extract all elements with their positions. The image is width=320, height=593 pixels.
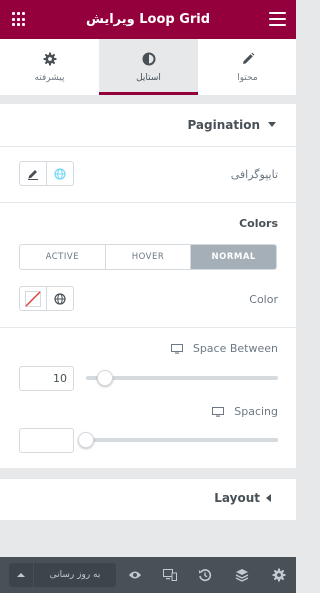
state-tabs: ACTIVE HOVER NORMAL — [19, 244, 277, 270]
typography-label: تایپوگرافی — [230, 168, 278, 181]
tab-advanced-label: پیشرفته — [34, 73, 65, 83]
pagination-title: Pagination — [187, 118, 260, 132]
pencil-icon — [198, 52, 297, 68]
desktop-icon[interactable] — [170, 343, 183, 354]
menu-icon[interactable] — [269, 12, 286, 26]
eye-icon[interactable] — [127, 567, 143, 583]
spacing-label: Spacing — [234, 405, 278, 418]
update-button[interactable]: به روز رسانی — [34, 563, 116, 587]
layout-section[interactable]: Layout — [0, 479, 296, 520]
spacing-label-row: Spacing — [212, 405, 278, 418]
tab-content[interactable]: محتوا — [198, 39, 297, 95]
contrast-icon — [99, 52, 198, 68]
layout-header: Layout — [0, 479, 296, 520]
pagination-header[interactable]: Pagination — [0, 104, 296, 146]
pencil-icon — [28, 169, 38, 180]
color-picker-swatch[interactable] — [20, 287, 47, 310]
widgets-grid-icon[interactable] — [12, 12, 27, 27]
space-between-input[interactable]: 10 — [19, 366, 74, 391]
editor-footer: به روز رسانی — [0, 557, 296, 593]
navigator-layers-icon[interactable] — [234, 567, 250, 583]
divider — [0, 327, 296, 328]
gear-icon — [0, 52, 99, 68]
color-controls — [19, 286, 74, 311]
layout-title: Layout — [214, 491, 260, 505]
edit-typography-button[interactable] — [20, 162, 47, 185]
caret-down-icon — [268, 122, 276, 127]
tab-content-label: محتوا — [237, 73, 258, 83]
caret-up-icon — [17, 573, 25, 577]
tab-advanced[interactable]: پیشرفته — [0, 39, 99, 95]
globe-icon — [54, 292, 66, 305]
typography-controls — [19, 161, 74, 186]
divider — [0, 146, 296, 147]
save-options-button[interactable] — [9, 563, 33, 587]
settings-gear-icon[interactable] — [271, 567, 287, 583]
empty-color-icon — [25, 290, 41, 307]
global-typography-button[interactable] — [47, 162, 73, 185]
spacing-input[interactable] — [19, 428, 74, 453]
desktop-icon[interactable] — [212, 406, 225, 417]
space-between-label: Space Between — [192, 342, 278, 355]
state-tab-normal[interactable]: NORMAL — [190, 245, 276, 269]
spacing-slider-track[interactable] — [86, 438, 278, 442]
editor-header: ویرایش Loop Grid — [0, 0, 296, 39]
state-tab-hover[interactable]: HOVER — [104, 245, 191, 269]
colors-heading: Colors — [239, 217, 278, 230]
spacing-slider-thumb[interactable] — [78, 432, 94, 448]
global-color-button[interactable] — [47, 287, 73, 310]
globe-icon — [54, 167, 66, 180]
space-between-slider-track[interactable] — [86, 376, 278, 380]
color-label: Color — [249, 293, 278, 306]
caret-left-icon — [266, 494, 271, 502]
editor-title: ویرایش Loop Grid — [85, 12, 211, 27]
state-tab-active[interactable]: ACTIVE — [20, 245, 105, 269]
pagination-section: Pagination تایپوگرافی Colors ACTIVE HOVE… — [0, 104, 296, 468]
history-icon[interactable] — [197, 567, 213, 583]
divider — [0, 202, 296, 203]
space-between-label-row: Space Between — [170, 342, 278, 355]
tab-style-label: استایل — [136, 73, 161, 83]
tab-style[interactable]: استایل — [99, 39, 198, 95]
responsive-icon[interactable] — [162, 567, 178, 583]
space-between-slider-thumb[interactable] — [97, 370, 113, 386]
panel-tabs: پیشرفته استایل محتوا — [0, 39, 296, 95]
